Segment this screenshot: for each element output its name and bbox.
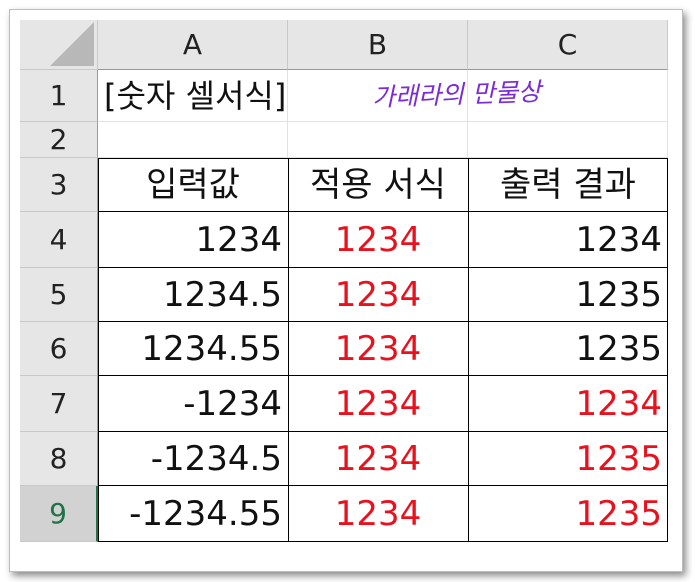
header-cell-b3[interactable]: 적용 서식 xyxy=(288,158,468,212)
column-header-a[interactable]: A xyxy=(98,20,288,70)
cell-b5-format[interactable]: 1234 xyxy=(288,268,468,322)
cell-c9-output[interactable]: 1235 xyxy=(468,486,668,542)
header-cell-c3[interactable]: 출력 결과 xyxy=(468,158,668,212)
cell-a8-input[interactable]: -1234.5 xyxy=(98,432,288,486)
cell-a9-input[interactable]: -1234.55 xyxy=(98,486,288,542)
select-all-triangle-icon xyxy=(50,22,94,66)
row-header-9[interactable]: 9 xyxy=(20,486,98,542)
cell-a6-input[interactable]: 1234.55 xyxy=(98,322,288,376)
row-header-8[interactable]: 8 xyxy=(20,432,98,486)
row-header-4[interactable]: 4 xyxy=(20,212,98,268)
cell-a7-input[interactable]: -1234 xyxy=(98,376,288,432)
cell-b4-format[interactable]: 1234 xyxy=(288,212,468,268)
row-header-3[interactable]: 3 xyxy=(20,158,98,212)
spreadsheet-grid: A B C 1 2 3 4 5 6 7 8 9 [숫자 셀서식] 가래라의 만물상 입력값 적용 서식 출력 결… xyxy=(20,20,678,565)
handwritten-note: 가래라의 만물상 xyxy=(371,77,542,112)
cell-a1-title[interactable]: [숫자 셀서식] xyxy=(98,70,358,122)
select-all-corner[interactable] xyxy=(20,20,98,70)
cell-c6-output[interactable]: 1235 xyxy=(468,322,668,376)
cell-a5-input[interactable]: 1234.5 xyxy=(98,268,288,322)
cell-b9-format[interactable]: 1234 xyxy=(288,486,468,542)
column-header-c[interactable]: C xyxy=(468,20,668,70)
cell-c8-output[interactable]: 1235 xyxy=(468,432,668,486)
row-header-1[interactable]: 1 xyxy=(20,70,98,122)
row-header-5[interactable]: 5 xyxy=(20,268,98,322)
cell-b6-format[interactable]: 1234 xyxy=(288,322,468,376)
cell-b7-format[interactable]: 1234 xyxy=(288,376,468,432)
row-header-6[interactable]: 6 xyxy=(20,322,98,376)
screenshot-frame: A B C 1 2 3 4 5 6 7 8 9 [숫자 셀서식] 가래라의 만물상 입력값 적용 서식 출력 결… xyxy=(9,9,683,572)
cell-c4-output[interactable]: 1234 xyxy=(468,212,668,268)
column-header-b[interactable]: B xyxy=(288,20,468,70)
cell-c5-output[interactable]: 1235 xyxy=(468,268,668,322)
gridline-vertical xyxy=(667,70,668,158)
cell-c7-output[interactable]: 1234 xyxy=(468,376,668,432)
row-header-2[interactable]: 2 xyxy=(20,122,98,158)
header-cell-a3[interactable]: 입력값 xyxy=(98,158,288,212)
cell-b8-format[interactable]: 1234 xyxy=(288,432,468,486)
cell-a4-input[interactable]: 1234 xyxy=(98,212,288,268)
row-header-7[interactable]: 7 xyxy=(20,376,98,432)
